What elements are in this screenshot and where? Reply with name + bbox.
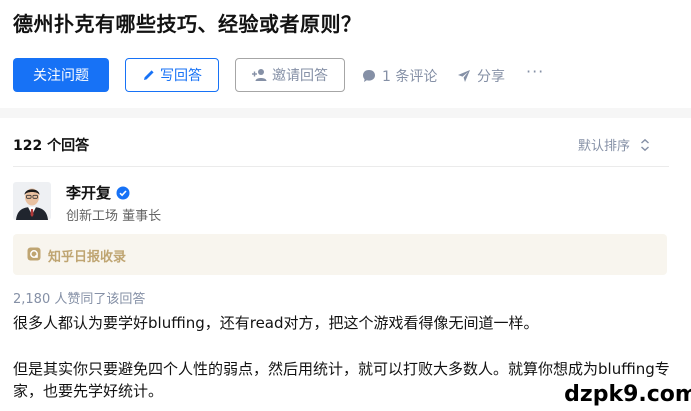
invite-answer-button[interactable]: 邀请回答 bbox=[235, 58, 345, 92]
answer-count: 122 个回答 bbox=[13, 138, 90, 154]
follow-question-label: 关注问题 bbox=[33, 68, 89, 84]
zhihu-daily-badge[interactable]: 知乎日报收录 bbox=[13, 234, 667, 275]
share-button[interactable]: 分享 bbox=[457, 66, 505, 86]
sort-icon bbox=[641, 138, 649, 151]
vote-count: 2,180 人赞同了该回答 bbox=[13, 292, 146, 307]
comment-label: 1 条评论 bbox=[382, 69, 438, 85]
share-icon bbox=[458, 70, 470, 82]
answer-paragraph: 很多人都认为要学好bluffing，还有read对方，把这个游戏看得像无间道一样… bbox=[13, 314, 539, 332]
write-answer-button[interactable]: 写回答 bbox=[125, 58, 219, 92]
write-answer-label: 写回答 bbox=[160, 68, 202, 84]
author-bio: 创新工场 董事长 bbox=[66, 209, 162, 224]
follow-question-button[interactable]: 关注问题 bbox=[13, 58, 109, 92]
author-name[interactable]: 李开复 bbox=[66, 182, 130, 203]
invite-answer-label: 邀请回答 bbox=[272, 68, 328, 84]
divider bbox=[13, 166, 669, 167]
share-label: 分享 bbox=[477, 69, 505, 85]
pencil-icon bbox=[144, 70, 154, 80]
invite-user-icon bbox=[252, 69, 267, 81]
comment-button[interactable]: 1 条评论 bbox=[362, 66, 437, 86]
comment-icon bbox=[363, 70, 375, 82]
sort-label: 默认排序 bbox=[578, 139, 631, 154]
question-header: 德州扑克有哪些技巧、经验或者原则？ 关注问题 写回答 邀请回答 1 条评论 分享… bbox=[0, 0, 691, 108]
watermark: dzpk9.com bbox=[564, 382, 691, 407]
question-title: 德州扑克有哪些技巧、经验或者原则？ bbox=[13, 12, 362, 36]
sort-dropdown[interactable]: 默认排序 bbox=[578, 135, 650, 154]
author-name-text: 李开复 bbox=[66, 184, 112, 202]
avatar[interactable] bbox=[13, 182, 51, 220]
daily-badge-label: 知乎日报收录 bbox=[48, 250, 127, 265]
answers-card: 122 个回答 默认排序 李开复 创新工场 董事长 知乎日报收录 2,180 人… bbox=[0, 118, 691, 411]
more-icon[interactable]: ··· bbox=[526, 62, 544, 81]
verified-icon bbox=[116, 186, 130, 199]
daily-badge-icon bbox=[27, 247, 41, 261]
